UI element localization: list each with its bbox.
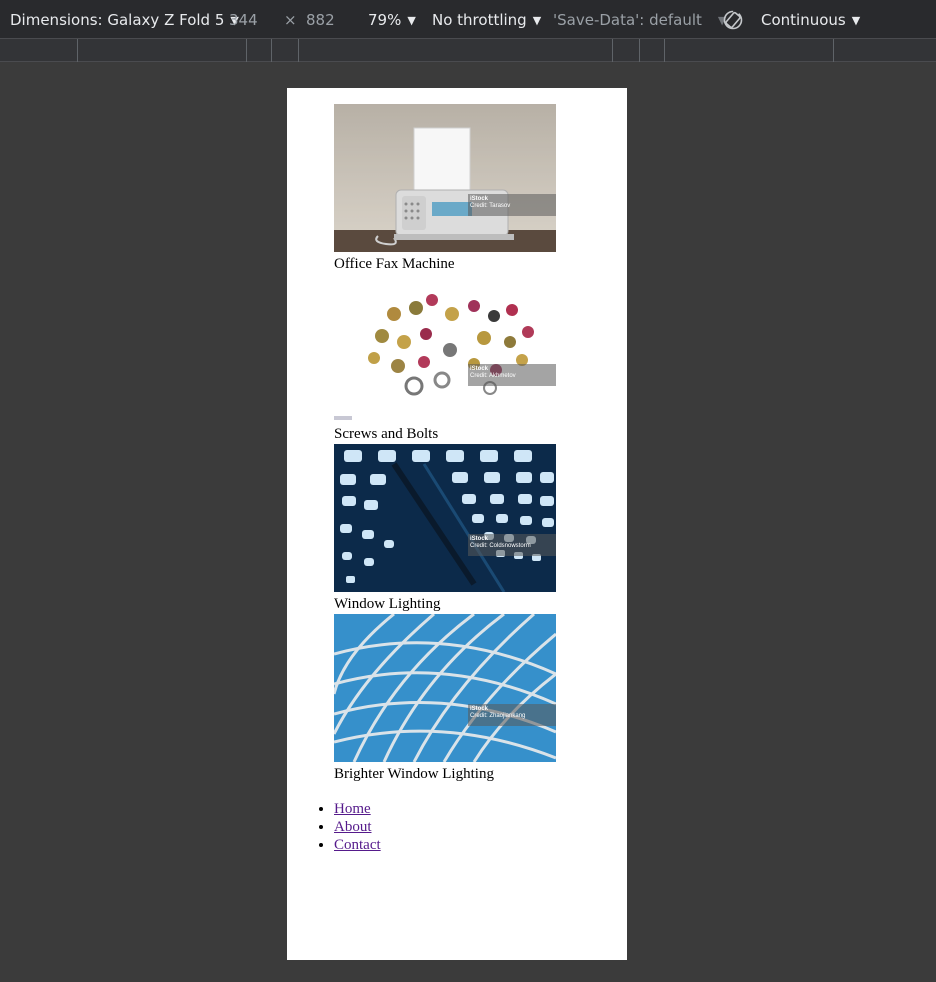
- zoom-label: 79%: [368, 11, 402, 29]
- mode-label: Continuous: [761, 11, 846, 29]
- ruler-mark: [833, 39, 834, 62]
- watermark-text: iStock Credit: Akhmetov: [470, 366, 516, 379]
- height-input[interactable]: 882: [306, 0, 335, 38]
- screws-bolts-image: iStock Credit: Akhmetov: [334, 274, 556, 422]
- about-link[interactable]: About: [334, 819, 372, 835]
- throttling-label: No throttling: [432, 11, 527, 29]
- width-input[interactable]: 344: [229, 0, 258, 38]
- save-data-label: 'Save-Data': default: [553, 11, 702, 29]
- card-caption: Brighter Window Lighting: [334, 766, 494, 782]
- mode-dropdown[interactable]: Continuous ▼: [761, 0, 860, 38]
- contact-link[interactable]: Contact: [334, 837, 381, 853]
- ruler-mark: [664, 39, 665, 62]
- nav-item-contact: Contact: [334, 836, 381, 854]
- throttling-dropdown[interactable]: No throttling ▼: [432, 0, 541, 38]
- ruler-mark: [77, 39, 78, 62]
- brighter-window-image: iStock Credit: Zhaojiankang: [334, 614, 556, 762]
- zoom-dropdown[interactable]: 79% ▼: [368, 0, 416, 38]
- device-viewport: iStock Credit: Tarasov Office Fax Machine: [287, 88, 627, 960]
- dimensions-dropdown[interactable]: Dimensions: Galaxy Z Fold 5 ▼: [10, 0, 239, 38]
- window-lighting-image: iStock Credit: Coldsnowstorm: [334, 444, 556, 592]
- ruler-mark: [612, 39, 613, 62]
- card-caption: Office Fax Machine: [334, 256, 455, 272]
- chevron-down-icon: ▼: [532, 14, 542, 27]
- watermark-text: iStock Credit: Zhaojiankang: [470, 706, 526, 719]
- card-caption: Screws and Bolts: [334, 426, 439, 442]
- rotate-icon[interactable]: [722, 9, 744, 31]
- ruler-mark: [639, 39, 640, 62]
- ruler-mark: [298, 39, 299, 62]
- ruler-mark: [271, 39, 272, 62]
- ruler-mark: [246, 39, 247, 62]
- dimensions-label: Dimensions: Galaxy Z Fold 5: [10, 11, 225, 29]
- nav-item-about: About: [334, 818, 381, 836]
- device-toolbar: Dimensions: Galaxy Z Fold 5 ▼ 344 × 882 7…: [0, 0, 936, 38]
- save-data-dropdown[interactable]: 'Save-Data': default ▼: [553, 0, 726, 38]
- chevron-down-icon: ▼: [407, 14, 416, 27]
- times-separator: ×: [284, 11, 297, 29]
- watermark-text: iStock Credit: Tarasov: [470, 196, 511, 209]
- home-link[interactable]: Home: [334, 801, 371, 817]
- media-query-ruler[interactable]: [0, 38, 936, 62]
- nav-list: Home About Contact: [287, 800, 381, 854]
- card-caption: Window Lighting: [334, 596, 441, 612]
- fax-machine-image: iStock Credit: Tarasov: [334, 104, 556, 252]
- watermark-text: iStock Credit: Coldsnowstorm: [470, 536, 531, 549]
- chevron-down-icon: ▼: [851, 14, 861, 27]
- nav-item-home: Home: [334, 800, 381, 818]
